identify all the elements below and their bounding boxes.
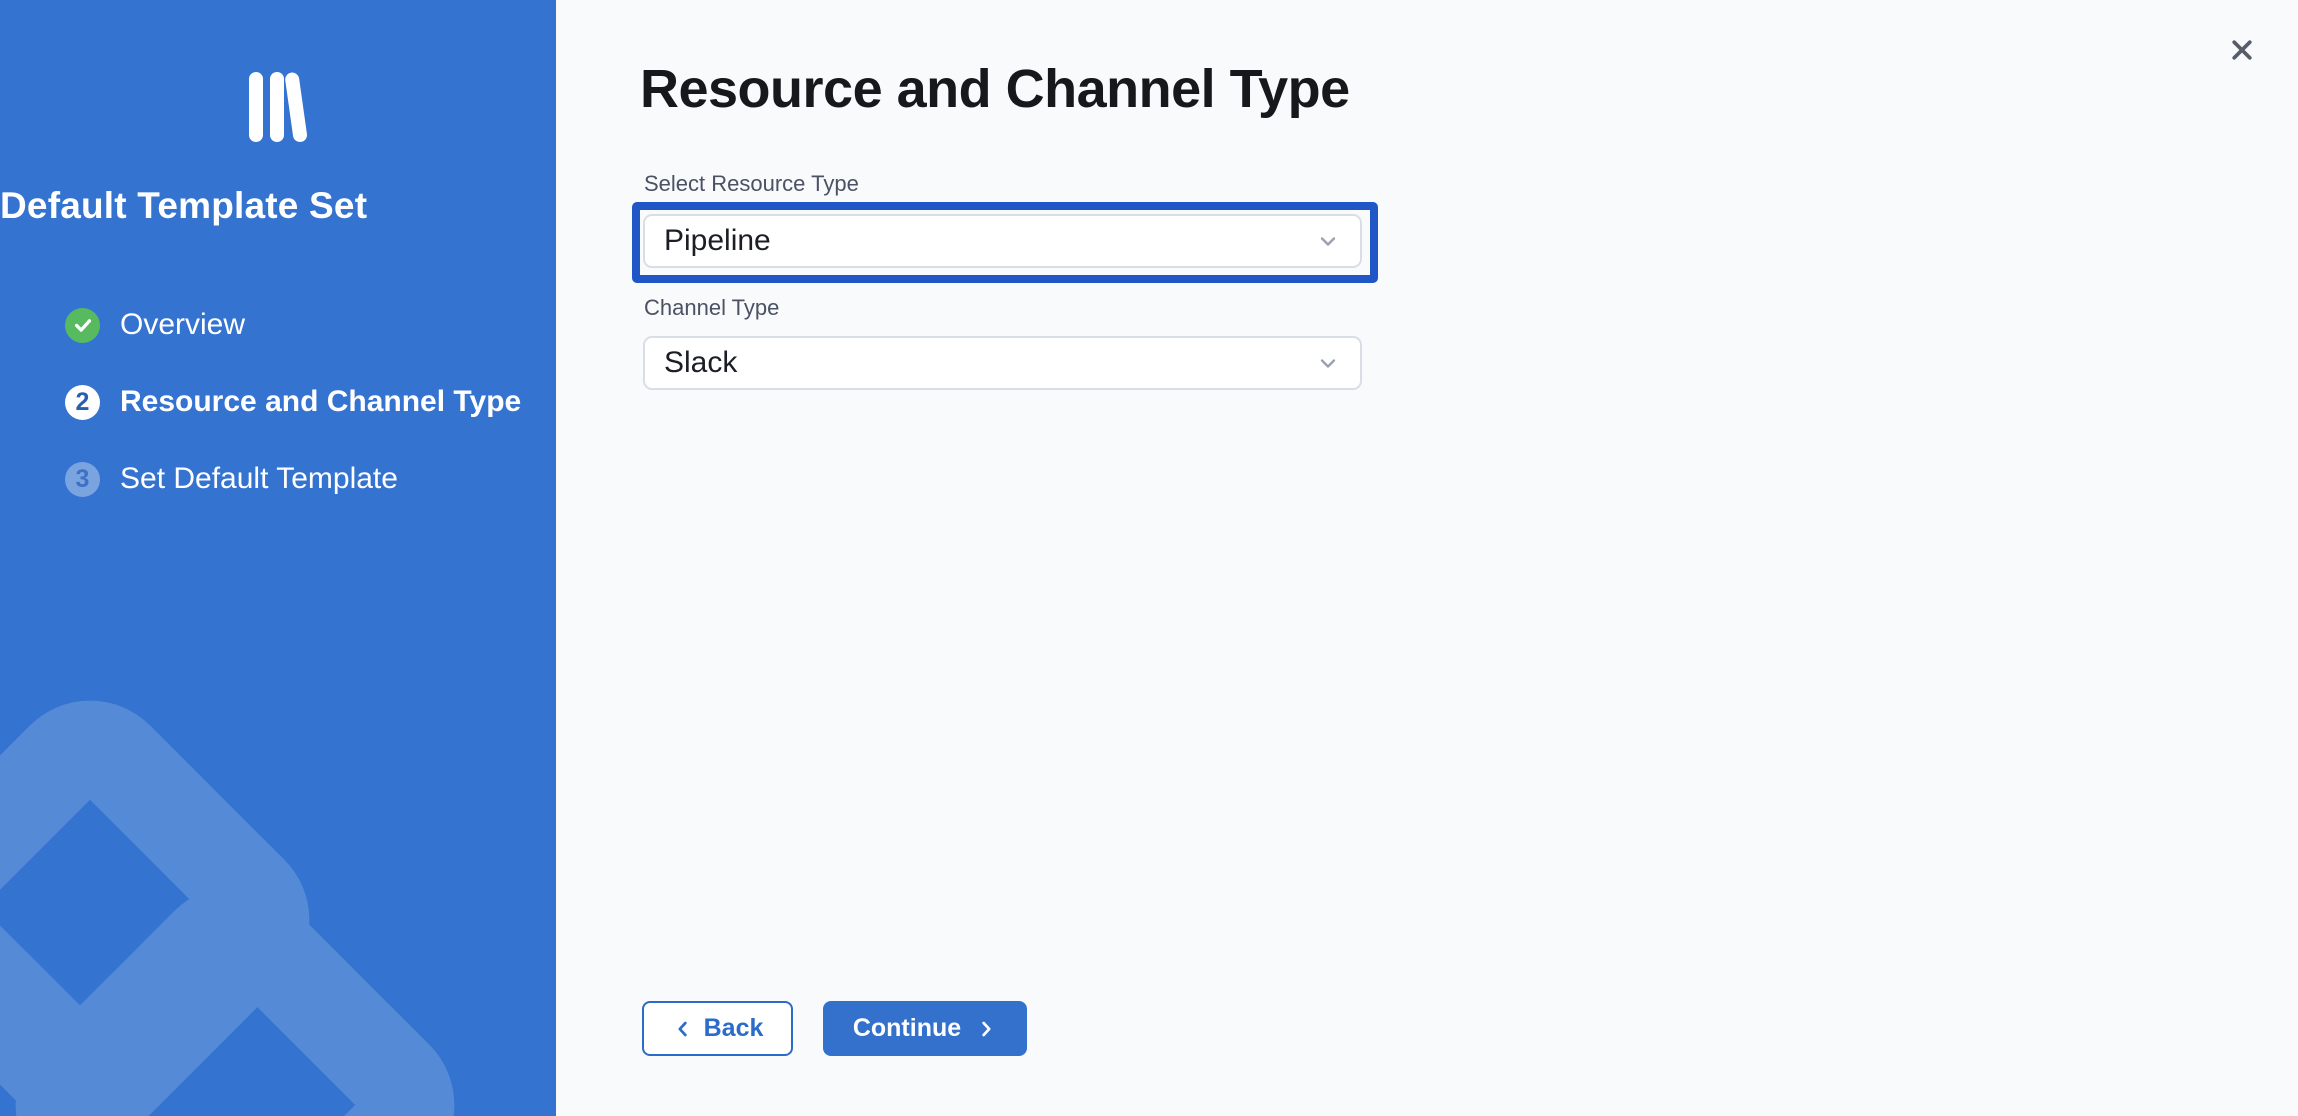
continue-button-label: Continue [853,1014,961,1043]
close-icon[interactable] [2218,26,2266,74]
chevron-down-icon [1316,229,1340,253]
page-title: Resource and Channel Type [640,58,1350,120]
resource-type-label: Select Resource Type [644,171,859,197]
step-number-badge: 2 [65,385,100,420]
chevron-left-icon [672,1018,694,1040]
wizard-sidebar: Default Template Set Overview 2 Resource… [0,0,556,1116]
step-label: Resource and Channel Type [120,385,521,419]
continue-button[interactable]: Continue [823,1001,1027,1056]
resource-type-select[interactable]: Pipeline [643,214,1362,268]
channel-type-select[interactable]: Slack [643,336,1362,390]
brand-watermark [0,0,556,1116]
step-overview[interactable]: Overview [65,307,521,343]
step-number-badge: 3 [65,462,100,497]
back-button-label: Back [704,1014,764,1043]
back-button[interactable]: Back [642,1001,793,1056]
chevron-down-icon [1316,351,1340,375]
wizard-main-panel: Resource and Channel Type Select Resourc… [556,0,2298,1116]
wizard-steps: Overview 2 Resource and Channel Type 3 S… [65,307,521,538]
step-label: Overview [120,308,245,342]
channel-type-value: Slack [664,346,1316,380]
step-set-default-template[interactable]: 3 Set Default Template [65,461,521,497]
step-label: Set Default Template [120,462,398,496]
check-icon [65,308,100,343]
wizard-title: Default Template Set [0,185,556,227]
resource-type-value: Pipeline [664,224,1316,258]
channel-type-label: Channel Type [644,295,779,321]
chevron-right-icon [975,1018,997,1040]
books-logo-icon [0,72,556,144]
step-resource-and-channel-type[interactable]: 2 Resource and Channel Type [65,384,521,420]
